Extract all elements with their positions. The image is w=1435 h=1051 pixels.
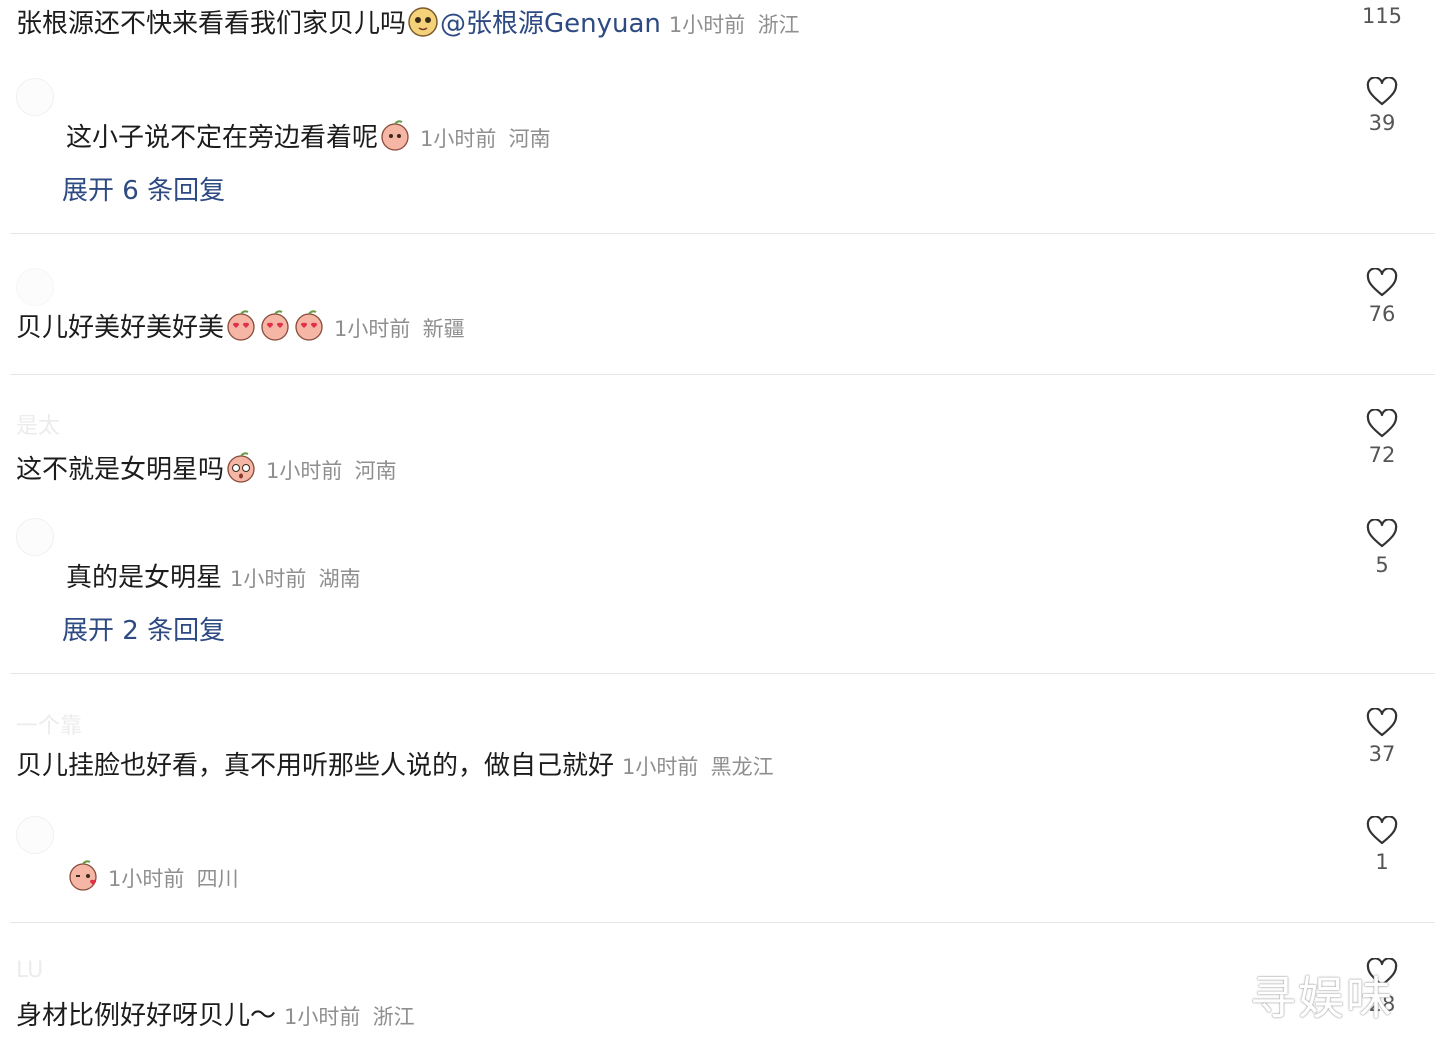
comment-text: 贝儿挂脸也好看，真不用听那些人说的，做自己就好 [16,751,615,781]
comment-text: 身材比例好好呀贝儿～ [16,1001,277,1031]
peach-heart-eyes-emoji-icon [227,310,255,341]
comment-location: 浙江 [757,13,800,37]
comment-location: 河南 [354,459,397,483]
comment-text: 贝儿好美好美好美 [16,313,225,343]
comment-row: 张根源还不快来看看我们家贝儿吗 @张根源Genyuan 1小时前 浙江 [16,4,800,43]
comment-time: 1小时前 [668,13,746,37]
divider [10,233,1435,234]
peach-kiss-emoji-icon [69,860,97,891]
peach-heart-eyes-emoji-icon [295,310,323,341]
heart-outline-icon [1366,409,1398,438]
comment-time: 1小时前 [108,867,185,891]
comment-text: 这不就是女明星吗 [16,455,225,485]
like-count: 37 [1368,742,1396,766]
heart-outline-icon [1366,519,1398,548]
divider [10,374,1435,375]
heart-outline-icon [1366,77,1398,106]
peach-surprised-emoji-icon [227,452,255,483]
username[interactable]: 是太 [16,408,60,440]
comment-location: 黑龙江 [710,755,774,779]
comment-text: 张根源还不快来看看我们家贝儿吗 [16,9,407,39]
like-count: 76 [1368,302,1396,326]
peach-emoji-icon [381,120,409,151]
avatar[interactable] [16,268,54,306]
comment-time: 1小时前 [622,755,699,779]
expand-replies-button[interactable]: 展开 2 条回复 [62,610,225,647]
like-button[interactable]: 115 [1352,4,1412,28]
mention-link[interactable]: @张根源Genyuan [440,9,661,39]
divider [10,673,1435,674]
like-count: 72 [1368,443,1396,467]
avatar[interactable] [16,78,54,116]
comment-location: 四川 [196,867,239,891]
comment-row: 贝儿好美好美好美 1小时前 新疆 [16,308,465,347]
expand-replies-button[interactable]: 展开 6 条回复 [62,170,225,207]
comment-location: 浙江 [372,1005,415,1029]
divider [10,922,1435,923]
like-button[interactable]: 72 [1352,409,1412,467]
username[interactable]: LU [16,958,43,983]
comment-location: 湖南 [318,567,361,591]
avatar[interactable] [16,816,54,854]
comment-row: 真的是女明星 1小时前 湖南 [66,560,361,597]
like-count: 1 [1375,850,1389,874]
watermark: 寻娱味 [1250,971,1394,1025]
comment-row: 身材比例好好呀贝儿～ 1小时前 浙江 [16,998,415,1035]
emoji-icon [408,7,438,37]
comment-time: 1小时前 [266,459,343,483]
like-count: 5 [1375,553,1389,577]
comment-text: 真的是女明星 [66,563,223,593]
like-button[interactable]: 1 [1352,816,1412,874]
like-button[interactable]: 5 [1352,519,1412,577]
heart-outline-icon [1366,708,1398,737]
comment-location: 河南 [508,127,551,151]
comment-row: 这不就是女明星吗 1小时前 河南 [16,450,397,489]
avatar[interactable] [16,518,54,556]
comment-row: 这小子说不定在旁边看着呢 1小时前 河南 [66,118,551,157]
peach-heart-eyes-emoji-icon [261,310,289,341]
username[interactable]: 一个靠 [16,708,82,740]
heart-outline-icon [1366,816,1398,845]
like-button[interactable]: 76 [1352,268,1412,326]
comment-row: 1小时前 四川 [66,858,239,897]
heart-outline-icon [1366,268,1398,297]
like-count: 115 [1361,4,1403,28]
comment-row: 贝儿挂脸也好看，真不用听那些人说的，做自己就好 1小时前 黑龙江 [16,748,774,785]
like-button[interactable]: 39 [1352,77,1412,135]
comment-location: 新疆 [422,317,465,341]
like-button[interactable]: 37 [1352,708,1412,766]
comment-time: 1小时前 [420,127,497,151]
comment-time: 1小时前 [334,317,411,341]
like-count: 39 [1368,111,1396,135]
comment-time: 1小时前 [284,1005,361,1029]
comment-text: 这小子说不定在旁边看着呢 [66,123,379,153]
comment-time: 1小时前 [230,567,307,591]
